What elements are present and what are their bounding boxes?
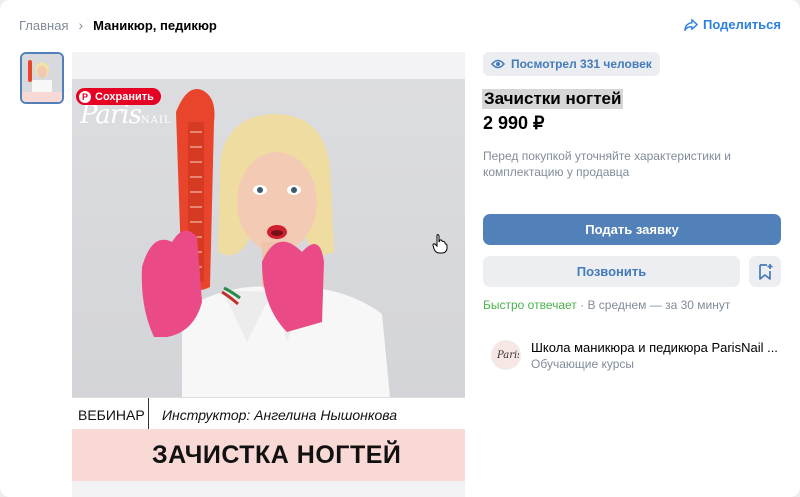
thumbnail-image	[22, 54, 62, 102]
breadcrumb-current: Маникюр, педикюр	[93, 17, 217, 33]
course-title-band: ЗАЧИСТКА НОГТЕЙ	[72, 429, 465, 481]
logo-suffix: NAIL	[140, 115, 172, 126]
shop-logo-icon: Paris	[496, 350, 519, 361]
hand-cursor-icon	[432, 234, 448, 254]
share-icon	[684, 18, 698, 31]
shop-category: Обучающие курсы	[531, 357, 635, 371]
pinterest-save-button[interactable]: P Сохранить	[76, 88, 161, 105]
course-title: ЗАЧИСТКА НОГТЕЙ	[152, 441, 402, 469]
breadcrumb-home-link[interactable]: Главная	[19, 18, 68, 33]
svg-text:Paris: Paris	[496, 350, 519, 361]
share-label: Поделиться	[702, 17, 781, 32]
views-badge: Посмотрел 331 человек	[483, 52, 660, 76]
webinar-info-bar: ВЕБИНАР Инструктор: Ангелина Нышонкова	[72, 397, 465, 430]
add-bookmark-button[interactable]	[749, 256, 781, 287]
instructor-label: Инструктор: Ангелина Нышонкова	[162, 407, 398, 423]
shop-avatar: Paris	[491, 340, 521, 370]
bookmark-add-icon	[759, 263, 773, 280]
image-thumbnail[interactable]	[20, 52, 64, 104]
submit-request-button[interactable]: Подать заявку	[483, 214, 781, 245]
shop-name: Школа маникюра и педикюра ParisNail ...	[531, 340, 778, 355]
pinterest-icon: P	[79, 90, 91, 103]
webinar-label: ВЕБИНАР	[78, 407, 145, 423]
share-button[interactable]: Поделиться	[684, 17, 781, 32]
save-label: Сохранить	[95, 90, 154, 103]
product-price: 2 990 ₽	[483, 113, 545, 133]
market-item-card: Главная › Маникюр, педикюр Поделиться Pa…	[0, 0, 800, 497]
divider	[148, 398, 149, 430]
shop-link[interactable]: Paris Школа маникюра и педикюра ParisNai…	[491, 340, 778, 371]
chevron-right-icon: ›	[78, 17, 84, 33]
submit-request-label: Подать заявку	[585, 222, 679, 237]
product-title: Зачистки ногтей	[482, 89, 624, 109]
call-label: Позвонить	[576, 264, 647, 279]
eye-icon	[491, 59, 505, 69]
purchase-note: Перед покупкой уточняйте характеристики …	[483, 149, 731, 179]
call-button[interactable]: Позвонить	[483, 256, 740, 287]
reply-fast-label: Быстро отвечает	[483, 298, 577, 312]
breadcrumb: Главная › Маникюр, педикюр	[19, 17, 217, 33]
views-label: Посмотрел 331 человек	[511, 57, 652, 71]
reply-speed: Быстро отвечает · В среднем — за 30 мину…	[483, 298, 730, 312]
reply-average-label: · В среднем — за 30 минут	[576, 298, 731, 312]
